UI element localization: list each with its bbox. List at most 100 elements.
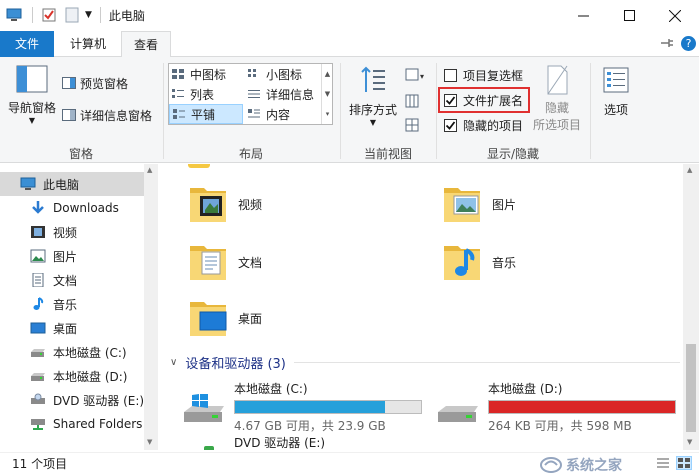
customize-dropdown-icon[interactable]: ▼ (85, 10, 92, 20)
item-checkboxes-label: 项目复选框 (463, 68, 524, 83)
options-label: 选项 (603, 103, 628, 117)
group-label-current-view: 当前视图 (363, 147, 412, 161)
properties-icon[interactable] (41, 7, 57, 23)
tiles-icon (172, 108, 186, 120)
hide-selected-button[interactable]: 隐藏 所选项目 (532, 65, 582, 133)
item-checkboxes-toggle[interactable]: 项目复选框 (444, 65, 523, 85)
document-folder-icon (188, 240, 230, 284)
help-icon[interactable]: ? (681, 36, 696, 51)
sort-icon (358, 65, 388, 95)
content-scrollbar[interactable]: ▲ ▼ (683, 164, 699, 450)
content-icon (247, 108, 261, 120)
layout-label: 详细信息 (266, 87, 315, 102)
nav-item[interactable]: 本地磁盘 (C:) (0, 340, 144, 364)
group-by-button[interactable]: ▾ (404, 67, 428, 83)
hide-selected-label: 隐藏 (544, 101, 569, 115)
nav-item[interactable]: 文档 (0, 268, 144, 292)
nav-item[interactable]: 视频 (0, 220, 144, 244)
group-label-show-hide: 显示/隐藏 (486, 147, 540, 161)
maximize-button[interactable] (606, 0, 652, 31)
details-view-icon[interactable] (656, 457, 670, 469)
nav-item[interactable]: 本地磁盘 (D:) (0, 364, 144, 388)
music-folder-icon (442, 240, 484, 284)
minimize-button[interactable] (560, 0, 606, 31)
nav-item[interactable]: Downloads (0, 196, 144, 220)
layout-label: 小图标 (266, 67, 303, 82)
scroll-up-icon[interactable]: ▲ (147, 166, 152, 174)
ribbon: 导航窗格 ▼ 预览窗格 详细信息窗格 窗格 中图标 小图标 列表 详细信息 平铺… (0, 57, 699, 163)
preview-pane-icon (62, 77, 76, 89)
layout-details[interactable]: 详细信息 (245, 84, 321, 104)
hidden-items-toggle[interactable]: 隐藏的项目 (444, 115, 523, 135)
status-bar: 11 个项目 系统之家 (0, 452, 699, 474)
chevron-down-icon: ▼ (28, 116, 36, 125)
file-extensions-toggle[interactable]: 文件扩展名 (444, 90, 523, 110)
new-folder-icon[interactable] (65, 7, 79, 23)
document-icon (30, 273, 46, 287)
nav-item[interactable]: DVD 驱动器 (E:) (0, 388, 144, 412)
divider (590, 63, 591, 159)
add-columns-button[interactable] (404, 93, 422, 109)
drive-label: 本地磁盘 (C:) (234, 382, 308, 396)
folder-tile[interactable]: 音乐 (442, 238, 662, 286)
layout-medium-icons[interactable]: 中图标 (169, 64, 245, 84)
nav-item[interactable]: 音乐 (0, 292, 144, 316)
details-pane-label: 详细信息窗格 (80, 108, 153, 123)
small-icons-icon (247, 68, 261, 80)
checkbox[interactable] (444, 118, 457, 132)
folder-tile[interactable]: 图片 (442, 180, 662, 228)
tab-computer[interactable]: 计算机 (57, 31, 119, 57)
tab-view[interactable]: 查看 (121, 31, 171, 58)
content-pane: 视频 图片文档 音乐 桌面 ∨ 设备和驱动器 (3) 本地磁盘 (C:) 4.67 G… (160, 164, 683, 450)
drive-usage-bar (234, 400, 422, 414)
sort-by-button[interactable]: 排序方式 ▼ (346, 65, 400, 127)
folder-tile[interactable]: 桌面 (188, 294, 408, 342)
preview-pane-label: 预览窗格 (80, 76, 129, 91)
tiles-view-icon[interactable] (676, 456, 692, 470)
nav-item-label: Downloads (53, 201, 119, 215)
chevron-down-icon: ▼ (369, 118, 377, 127)
scroll-down-icon[interactable]: ▼ (147, 438, 152, 446)
nav-scrollbar[interactable]: ▲ ▼ (144, 164, 158, 450)
folder-tile[interactable]: 文档 (188, 238, 408, 286)
divider (32, 7, 33, 23)
close-button[interactable] (652, 0, 698, 31)
folder-label: 文档 (238, 255, 263, 270)
details-pane-button[interactable]: 详细信息窗格 (62, 105, 152, 125)
nav-item[interactable]: 此电脑 (0, 172, 144, 196)
pin-ribbon-icon[interactable] (660, 37, 674, 49)
computer-icon (20, 177, 36, 191)
preview-pane-button[interactable]: 预览窗格 (62, 73, 128, 93)
group-label-panes: 窗格 (68, 147, 93, 161)
layout-tiles-selected[interactable]: 平铺 (169, 104, 243, 124)
window-title: 此电脑 (108, 8, 145, 23)
divider (99, 7, 101, 23)
scroll-up-icon[interactable]: ▲ (687, 166, 692, 174)
nav-item[interactable]: Shared Folders (0, 412, 144, 436)
group-label-layout: 布局 (238, 147, 263, 161)
layout-scroll[interactable]: ▲ ▼ ▾ (321, 64, 333, 124)
hide-selected-label-2: 所选项目 (532, 118, 581, 132)
drive-info: 4.67 GB 可用，共 23.9 GB (234, 419, 386, 433)
devices-section-header[interactable]: ∨ 设备和驱动器 (3) (170, 352, 680, 372)
scroll-down-icon[interactable]: ▼ (687, 438, 692, 446)
layout-label: 内容 (266, 107, 291, 122)
size-columns-button[interactable] (404, 117, 422, 133)
network-drive-icon (30, 417, 46, 431)
nav-item-label: 桌面 (53, 321, 78, 336)
nav-item[interactable]: 桌面 (0, 316, 144, 340)
layout-content[interactable]: 内容 (245, 104, 321, 124)
scroll-thumb[interactable] (686, 344, 696, 432)
nav-item[interactable]: 图片 (0, 244, 144, 268)
checkbox[interactable] (444, 68, 457, 82)
nav-pane-button[interactable]: 导航窗格 ▼ (8, 65, 56, 125)
drive-usage-bar (488, 400, 676, 414)
options-button[interactable]: 选项 (596, 67, 636, 118)
file-extensions-label: 文件扩展名 (463, 93, 524, 108)
layout-list[interactable]: 列表 (169, 84, 245, 104)
layout-small-icons[interactable]: 小图标 (245, 64, 321, 84)
folder-icon (188, 164, 210, 168)
tab-file[interactable]: 文件 (0, 31, 54, 57)
folder-tile[interactable]: 视频 (188, 180, 408, 228)
checkbox[interactable] (444, 93, 457, 107)
